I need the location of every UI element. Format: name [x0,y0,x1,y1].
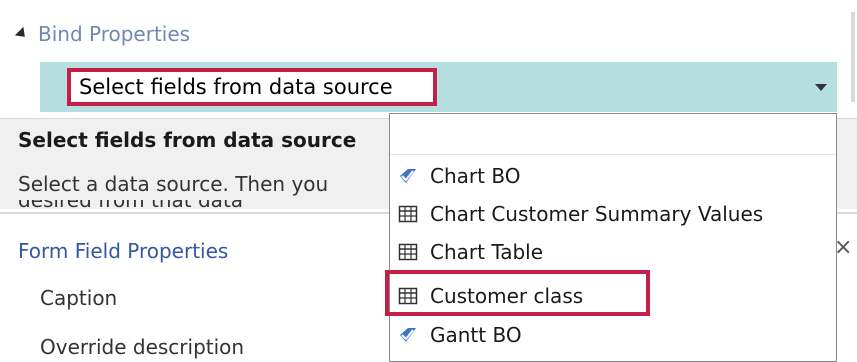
data-source-dropdown-list: Chart BO Chart Customer Summary Values C… [389,113,837,362]
form-field-properties-title: Form Field Properties [18,239,229,263]
list-item-chart-customer-summary-values[interactable]: Chart Customer Summary Values [398,195,763,233]
scrollbar-thumb[interactable] [851,12,855,102]
customer-class-highlight [385,270,650,316]
select-value-text: Select fields from data source [79,75,393,99]
help-text: Select a data source. Then you [18,172,329,196]
table-icon [398,204,418,224]
help-text-continued: desired from that data [18,200,378,210]
list-item-chart-table[interactable]: Chart Table [398,233,543,271]
bind-properties-label: Bind Properties [38,22,191,46]
dropdown-arrow-icon[interactable] [815,84,827,91]
list-item-label: Chart Table [430,240,544,264]
business-object-icon [398,325,418,345]
list-item-chart-bo[interactable]: Chart BO [398,157,520,195]
caption-label: Caption [40,286,118,310]
list-item-label: Chart Customer Summary Values [430,202,764,226]
table-icon [398,242,418,262]
list-divider [390,154,836,155]
list-item-label: Gantt BO [430,323,522,347]
business-object-icon [398,166,418,186]
help-title: Select fields from data source [18,128,357,152]
collapse-triangle-icon[interactable] [14,26,30,42]
scrollbar[interactable] [848,0,857,120]
list-item-label: Chart BO [430,164,521,188]
list-item-gantt-bo[interactable]: Gantt BO [398,316,522,354]
select-value-highlight[interactable]: Select fields from data source [67,68,437,106]
bind-properties-header[interactable]: Bind Properties [14,22,191,46]
help-text-cut: desired from that data [18,200,243,210]
override-description-label: Override description [40,335,245,359]
